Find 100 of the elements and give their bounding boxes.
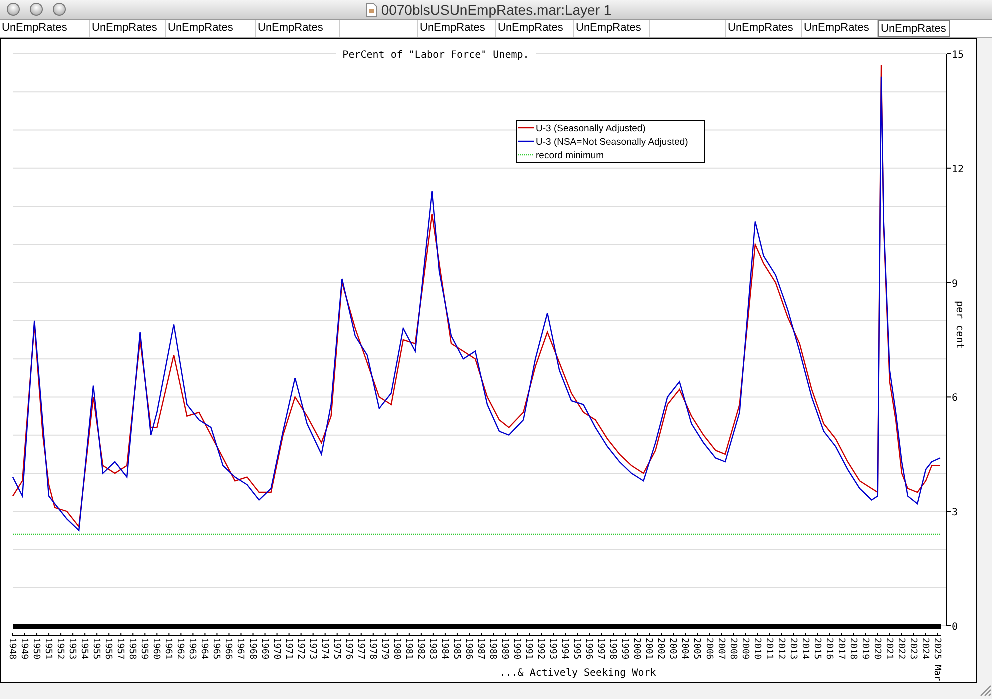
axis-tick-label: 1952 — [55, 638, 66, 660]
axis-tick-label: 0 — [952, 622, 958, 633]
close-button[interactable] — [7, 3, 20, 16]
axis-tick-label: 1993 — [548, 638, 558, 660]
axis-tick-label: 2006 — [704, 638, 714, 660]
axis-tick-label: 1980 — [391, 638, 402, 660]
axis-tick-label: 1976 — [343, 638, 354, 660]
column-tab[interactable]: UnEmpRates — [0, 20, 90, 37]
zoom-button[interactable] — [53, 3, 66, 16]
axis-tick-label: 2024 — [920, 638, 930, 660]
axis-tick-label: 1989 — [500, 638, 510, 660]
resize-grip-icon[interactable] — [978, 683, 992, 697]
axis-tick-label: 2004 — [680, 638, 690, 660]
axis-tick-label: 1987 — [476, 638, 486, 660]
axis-title: ...& Actively Seeking Work — [500, 668, 656, 679]
column-tab[interactable]: UnEmpRates — [418, 20, 496, 37]
axis-tick-label: 1960 — [151, 638, 162, 660]
axis-tick-label: 1992 — [536, 638, 546, 660]
axis-tick-label: 2009 — [740, 638, 750, 660]
legend-label: U-3 (NSA=Not Seasonally Adjusted) — [536, 137, 688, 148]
axis-tick-label: 1966 — [223, 638, 234, 660]
axis-tick-label: 2020 — [872, 638, 882, 660]
axis-tick-label: 2012 — [776, 638, 786, 660]
axis-tick-label: 1986 — [464, 638, 474, 660]
axis-tick-label: 2010 — [752, 638, 762, 660]
axis-tick-label: 1996 — [584, 638, 594, 660]
axis-tick-label: 2013 — [788, 638, 798, 660]
axis-tick-label: 1954 — [79, 638, 90, 660]
axis-tick-label: 1969 — [259, 638, 270, 660]
axis-tick-label: 1988 — [488, 638, 498, 660]
axis-tick-label: 2007 — [716, 638, 726, 660]
axis-tick-label: 1978 — [367, 638, 378, 660]
chart-title: PerCent of "Labor Force" Unemp. — [342, 50, 530, 61]
axis-tick-label: 1967 — [235, 638, 246, 660]
axis-tick-label: 1964 — [199, 638, 210, 660]
column-tab[interactable]: UnEmpRates — [90, 20, 166, 37]
axis-tick-label: 2008 — [728, 638, 738, 660]
axis-tick-label: 2014 — [800, 638, 810, 660]
axis-tick-label: 9 — [952, 278, 958, 290]
axis-tick-label: 1994 — [560, 638, 570, 660]
minimize-button[interactable] — [30, 3, 43, 16]
axis-tick-label: 1990 — [512, 638, 522, 660]
axis-tick-label: 2016 — [824, 638, 834, 660]
column-tab[interactable]: UnEmpRates — [166, 20, 256, 37]
axis-tick-label: 1999 — [620, 638, 630, 660]
axis-tick-label: 1998 — [608, 638, 618, 660]
axis-tick-label: 12 — [952, 164, 964, 176]
axis-tick-label: 1948 — [7, 638, 17, 660]
axis-tick-label: 1958 — [127, 638, 138, 660]
axis-tick-label: 2005 — [692, 638, 702, 660]
axis-tick-label: 1970 — [271, 638, 282, 660]
axis-tick-label: 2025 Mar — [932, 638, 942, 682]
window-title: 0070blsUSUnEmpRates.mar:Layer 1 — [381, 2, 612, 18]
axis-tick-label: 1984 — [439, 638, 450, 660]
axis-tick-label: 1959 — [139, 638, 150, 660]
axis-tick-label: 1961 — [163, 638, 174, 660]
axis-tick-label: 1983 — [427, 638, 438, 660]
scroll-bar[interactable] — [977, 38, 992, 683]
axis-tick-label: 1975 — [331, 638, 342, 660]
axis-tick-label: 1951 — [43, 638, 54, 660]
column-tab[interactable]: UnEmpRates — [256, 20, 340, 37]
axis-tick-label: 2011 — [764, 638, 774, 660]
column-tab[interactable]: UnEmpRates — [878, 20, 950, 37]
axis-tick-label: 1962 — [175, 638, 186, 660]
document-icon — [366, 2, 378, 16]
axis-tick-label: 1953 — [67, 638, 78, 660]
column-tab[interactable]: UnEmpRates — [496, 20, 574, 37]
axis-tick-label: 1949 — [19, 638, 30, 660]
axis-tick-label: 2023 — [908, 638, 918, 660]
axis-tick-label: 1982 — [415, 638, 426, 660]
column-tab[interactable]: UnEmpRates — [574, 20, 650, 37]
axis-tick-label: 2017 — [836, 638, 846, 660]
axis-tick-label: 1985 — [451, 638, 462, 660]
axis-tick-label: 2000 — [632, 638, 642, 660]
axis-tick-label: 1997 — [596, 638, 606, 660]
axis-title: per cent — [954, 301, 965, 350]
axis-tick-label: 2003 — [668, 638, 678, 660]
axis-tick-label: 1973 — [307, 638, 318, 660]
axis-tick-label: 1968 — [247, 638, 258, 660]
axis-tick-label: 2015 — [812, 638, 822, 660]
axis-tick-label: 1950 — [31, 638, 42, 660]
axis-tick-label: 2002 — [656, 638, 666, 660]
axis-tick-label: 1991 — [524, 638, 534, 660]
column-tab[interactable]: UnEmpRates — [726, 20, 802, 37]
column-tab[interactable]: UnEmpRates — [802, 20, 878, 37]
axis-tick-label: 2022 — [896, 638, 906, 660]
axis-tick-label: 1971 — [283, 638, 294, 660]
axis-tick-label: 1963 — [187, 638, 198, 660]
axis-tick-label: 1977 — [355, 638, 366, 660]
axis-tick-label: 2018 — [848, 638, 858, 660]
axis-tick-label: 1995 — [572, 638, 582, 660]
axis-tick-label: 15 — [952, 50, 964, 61]
axis-tick-label: 1957 — [115, 638, 126, 660]
legend-label: record minimum — [536, 150, 604, 162]
axis-tick-label: 1979 — [379, 638, 390, 660]
axis-tick-label: 1956 — [103, 638, 114, 660]
axis-tick-label: 2021 — [884, 638, 894, 660]
axis-tick-label: 1972 — [295, 638, 306, 660]
axis-tick-label: 2001 — [644, 638, 654, 660]
axis-tick-label: 6 — [952, 393, 958, 404]
